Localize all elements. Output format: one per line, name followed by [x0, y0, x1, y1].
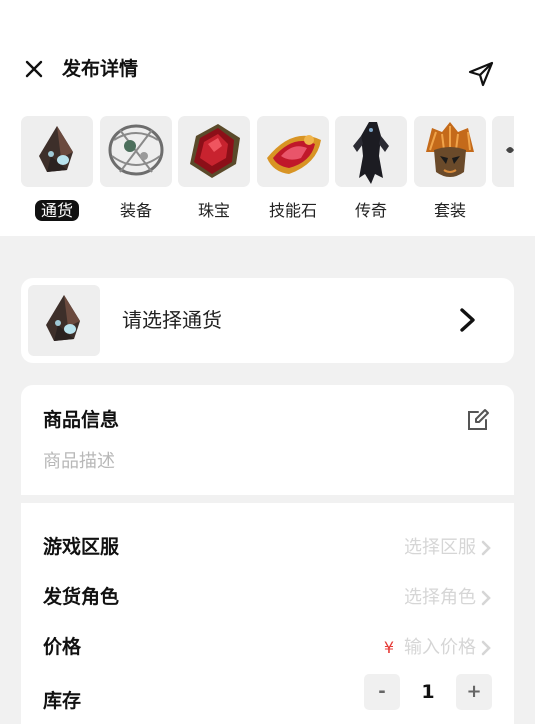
server-placeholder: 选择区服 [404, 537, 476, 558]
order-form: 游戏区服 选择区服 发货角色 选择角色 价格 ¥ 输入价格 库存 - 1 + [21, 503, 514, 724]
stock-label: 库存 [43, 690, 82, 712]
chevron-right-icon [460, 308, 475, 332]
currency-symbol: ¥ [383, 638, 394, 657]
top-section: 发布详情 通货 装备 珠宝 技能石 传奇 套装 [0, 0, 535, 236]
server-select[interactable]: 选择区服 [404, 535, 492, 561]
chevron-right-icon [481, 640, 491, 656]
increment-button[interactable]: + [456, 674, 492, 710]
category-jewel[interactable]: 珠宝 [178, 116, 250, 228]
role-row[interactable]: 发货角色 选择角色 [21, 583, 514, 613]
product-info-card: 商品信息 商品描述 [21, 385, 514, 495]
role-placeholder: 选择角色 [404, 587, 476, 608]
jewel-icon [178, 116, 250, 187]
close-icon[interactable] [22, 57, 46, 81]
equipment-icon [100, 116, 172, 187]
category-label: 技能石 [268, 201, 317, 220]
decrement-button[interactable]: - [364, 674, 400, 710]
category-skill-gem[interactable]: 技能石 [257, 116, 329, 228]
server-row[interactable]: 游戏区服 选择区服 [21, 533, 514, 563]
currency-shard-icon [21, 116, 93, 187]
category-currency[interactable]: 通货 [21, 116, 93, 228]
legendary-icon [335, 116, 407, 187]
quantity-value[interactable]: 1 [400, 674, 456, 710]
edit-icon[interactable] [465, 407, 491, 433]
product-description-input[interactable]: 商品描述 [43, 449, 115, 475]
more-category-icon [492, 116, 514, 187]
quantity-stepper: - 1 + [364, 674, 492, 710]
category-label: 套装 [433, 201, 466, 220]
stock-row: 库存 - 1 + [21, 674, 514, 717]
skill-gem-icon [257, 116, 329, 187]
selector-text: 请选择通货 [122, 308, 222, 332]
price-label: 价格 [43, 636, 82, 658]
category-set[interactable]: 套装 [414, 116, 486, 228]
category-label: 传奇 [354, 201, 387, 220]
category-label: 通货 [34, 200, 79, 221]
category-legendary[interactable]: 传奇 [335, 116, 407, 228]
currency-selector[interactable]: 请选择通货 [21, 278, 514, 363]
chevron-right-icon [481, 540, 491, 556]
currency-shard-icon [28, 285, 100, 356]
category-label: 珠宝 [197, 201, 230, 220]
page-title: 发布详情 [62, 58, 139, 80]
send-icon[interactable] [466, 59, 496, 89]
role-label: 发货角色 [43, 586, 120, 608]
set-icon [414, 116, 486, 187]
server-label: 游戏区服 [43, 536, 120, 558]
role-select[interactable]: 选择角色 [404, 585, 492, 611]
price-row[interactable]: 价格 ¥ 输入价格 [21, 633, 514, 663]
category-label: 装备 [119, 201, 152, 220]
chevron-right-icon [481, 590, 491, 606]
category-equipment[interactable]: 装备 [100, 116, 172, 228]
price-placeholder: 输入价格 [404, 637, 476, 658]
category-more[interactable] [492, 116, 514, 228]
price-input[interactable]: ¥ 输入价格 [384, 635, 492, 661]
product-info-heading: 商品信息 [43, 409, 120, 431]
category-strip: 通货 装备 珠宝 技能石 传奇 套装 [21, 116, 514, 228]
